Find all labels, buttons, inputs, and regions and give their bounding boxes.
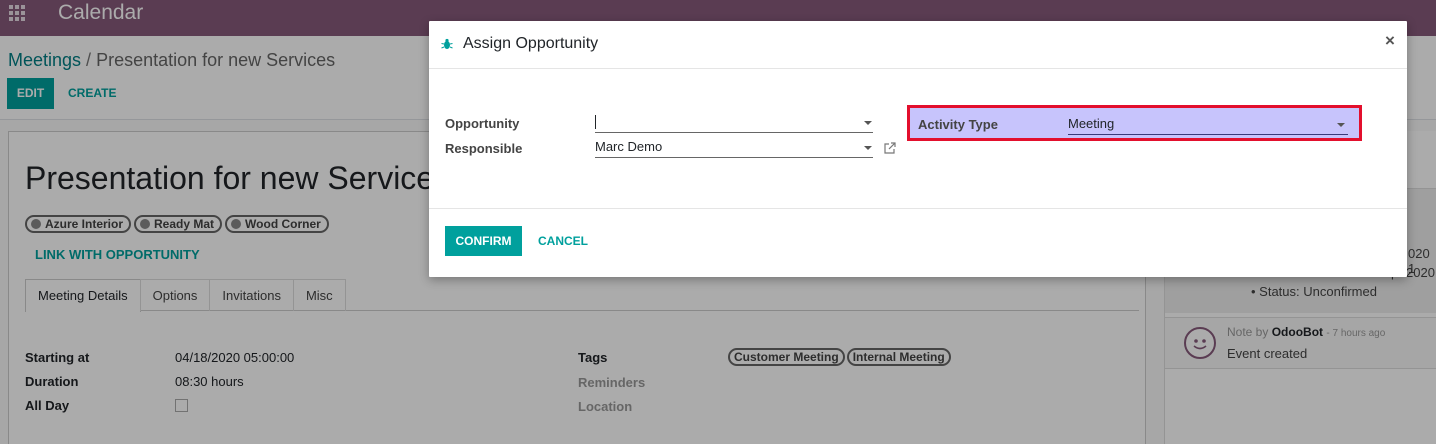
opportunity-label: Opportunity [445,116,520,131]
dialog-footer: CONFIRM CANCEL [429,208,1407,277]
activity-type-highlight: Activity Type Meeting [907,105,1362,141]
dialog-header: Assign Opportunity × [429,21,1407,69]
cancel-button[interactable]: CANCEL [533,226,593,256]
text-cursor [595,115,596,129]
chevron-down-icon[interactable] [864,121,872,125]
external-link-icon[interactable] [883,141,897,155]
chevron-down-icon[interactable] [1337,123,1345,127]
confirm-button[interactable]: CONFIRM [445,226,522,256]
close-icon[interactable]: × [1381,31,1399,51]
activity-type-input[interactable]: Meeting [1068,115,1348,135]
responsible-input[interactable]: Marc Demo [595,138,873,158]
dialog-title: Assign Opportunity [463,35,599,52]
opportunity-input[interactable] [595,113,873,133]
bug-icon [441,38,453,49]
responsible-label: Responsible [445,141,523,156]
chevron-down-icon[interactable] [864,146,872,150]
activity-type-label: Activity Type [918,117,998,132]
assign-opportunity-dialog: Assign Opportunity × Opportunity Respons… [429,21,1407,277]
